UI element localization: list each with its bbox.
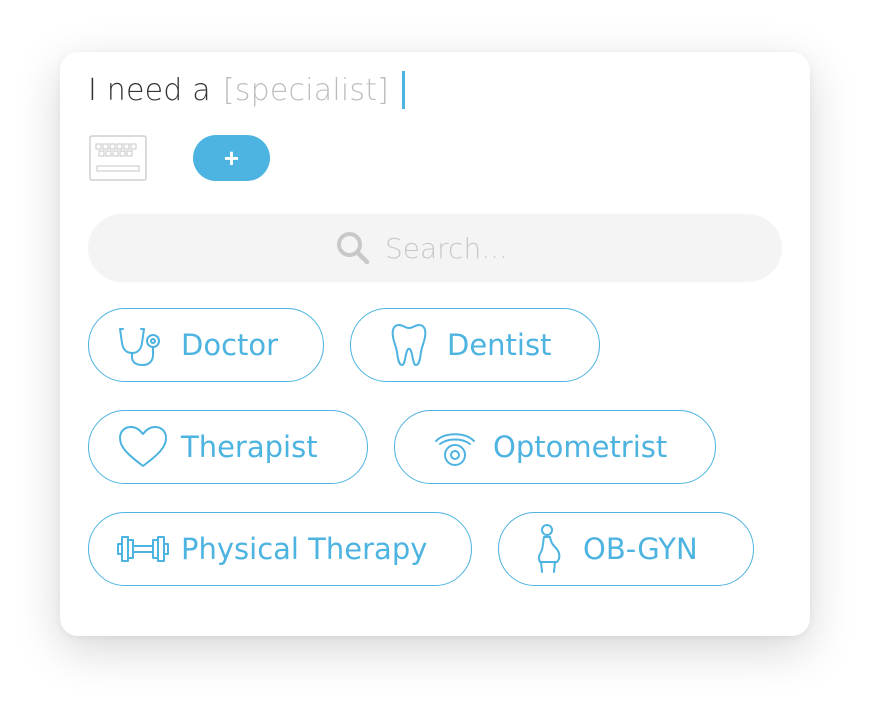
add-button[interactable]: + [193,135,270,181]
specialist-chip-therapist[interactable]: Therapist [88,410,368,484]
prompt-prefix: I need a [88,72,211,108]
chip-label: Physical Therapy [181,532,428,566]
specialist-chip-doctor[interactable]: Doctor [88,308,324,382]
chip-label: OB-GYN [583,532,698,566]
search-bar[interactable] [88,214,782,282]
text-caret [402,71,406,109]
specialist-chip-physical-therapy[interactable]: Physical Therapy [88,512,472,586]
chip-label: Dentist [447,328,552,362]
specialist-picker-card: I need a [specialist] + Search... Doctor… [60,52,810,636]
tooth-icon [381,320,437,370]
stethoscope-icon [115,320,171,370]
heart-icon [115,422,171,472]
specialist-chip-ob-gyn[interactable]: OB-GYN [498,512,754,586]
search-input[interactable] [385,231,535,265]
specialist-placeholder[interactable]: [specialist] [223,73,389,108]
chip-label: Optometrist [493,430,668,464]
keyboard-icon[interactable] [89,135,147,181]
eye-icon [427,422,483,472]
dumbbell-icon [115,524,171,574]
chip-label: Therapist [181,430,318,464]
search-icon [337,232,370,265]
specialist-chip-optometrist[interactable]: Optometrist [394,410,716,484]
specialist-chip-dentist[interactable]: Dentist [350,308,600,382]
chip-label: Doctor [181,328,279,362]
prompt-line[interactable]: I need a [specialist] [88,68,406,112]
pregnant-woman-icon [523,524,573,574]
